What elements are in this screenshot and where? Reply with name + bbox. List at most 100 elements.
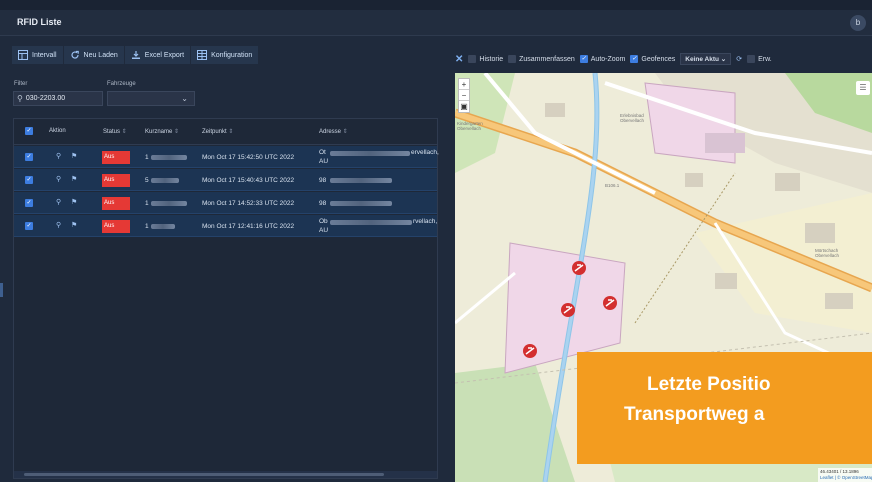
historie-checkbox[interactable] — [468, 55, 477, 63]
status-badge: Aus — [102, 151, 130, 164]
rfid-marker — [603, 296, 617, 310]
zoom-control: + − ▣ — [458, 78, 470, 113]
close-icon[interactable]: ✕ — [455, 54, 463, 65]
kurzname-cell: 1 — [145, 154, 149, 161]
row-checkbox[interactable]: ✓ — [25, 222, 33, 230]
col-kurzname[interactable]: Kurzname ⇕ — [145, 128, 179, 135]
table-row[interactable]: ✓ ⚲ ⚑ Aus 5 Mon Oct 17 15:40:43 UTC 2022… — [14, 169, 437, 191]
zeitpunkt-cell: Mon Oct 17 15:40:43 UTC 2022 — [202, 177, 295, 184]
place-label: Mörtschach Obervellach — [815, 248, 840, 258]
map-attribution-link[interactable]: Leaflet | © OpenStreetMap — [820, 475, 872, 481]
col-zeitpunkt[interactable]: Zeitpunkt ⇕ — [202, 128, 233, 135]
row-checkbox[interactable]: ✓ — [25, 199, 33, 207]
info-banner: Letzte Positio Transportweg a — [577, 352, 872, 464]
download-icon — [131, 51, 140, 59]
redacted-text — [151, 155, 187, 160]
filter-value: 030-2203.00 — [25, 95, 66, 102]
place-label: Erlebnisbad Obervellach — [620, 113, 645, 123]
auto-zoom-label: Auto-Zoom — [590, 55, 626, 63]
col-status[interactable]: Status ⇕ — [103, 128, 127, 135]
adresse-tail: rvellach, — [413, 218, 438, 225]
historie-toggle[interactable]: Historie — [468, 55, 503, 63]
redacted-text — [330, 201, 392, 206]
col-status-label: Status — [103, 129, 121, 135]
col-kurzname-label: Kurzname — [145, 129, 173, 135]
building — [775, 173, 800, 191]
location-pin-icon[interactable]: ⚲ — [56, 152, 61, 160]
building — [825, 293, 853, 309]
excel-export-label: Excel Export — [144, 51, 185, 59]
rfid-marker — [572, 261, 586, 275]
avatar[interactable]: b — [850, 15, 866, 31]
location-pin-icon[interactable]: ⚲ — [56, 221, 61, 229]
intervall-button[interactable]: Intervall — [12, 46, 64, 64]
chevron-down-icon: ⌄ — [720, 56, 727, 63]
zusammenfassen-toggle[interactable]: Zusammenfassen — [508, 55, 575, 63]
search-icon: ⚲ — [17, 94, 23, 103]
neu-laden-label: Neu Laden — [83, 51, 118, 59]
aktualisierung-value: Keine Aktu — [685, 56, 719, 63]
building — [685, 173, 703, 187]
redacted-text — [151, 224, 175, 229]
auto-zoom-checkbox[interactable]: ✓ — [579, 55, 588, 63]
erw-checkbox[interactable] — [747, 55, 756, 63]
redacted-text — [330, 151, 410, 156]
scrollbar-thumb[interactable] — [24, 473, 384, 476]
geofences-toggle[interactable]: ✓ Geofences — [630, 55, 675, 63]
route-map-icon[interactable]: ⚑ — [71, 198, 77, 206]
rfid-marker — [523, 344, 537, 358]
select-all-checkbox[interactable]: ✓ — [25, 127, 33, 135]
filter-input[interactable]: ⚲ 030-2203.00 — [13, 91, 103, 106]
sort-icon: ⇕ — [121, 129, 127, 135]
zoom-out-button[interactable]: − — [459, 90, 469, 101]
location-pin-icon[interactable]: ⚲ — [56, 175, 61, 183]
erw-label: Erw. — [758, 55, 772, 63]
layers-icon[interactable]: ☰ — [856, 81, 870, 95]
historie-label: Historie — [479, 55, 504, 63]
table-row[interactable]: ✓ ⚲ ⚑ Aus 1 Mon Oct 17 14:52:33 UTC 2022… — [14, 192, 437, 214]
banner-line1: Letzte Positio — [647, 374, 771, 395]
refresh-icon[interactable]: ⟳ — [736, 55, 742, 63]
konfiguration-label: Konfiguration — [211, 51, 253, 59]
sort-icon: ⇕ — [174, 129, 180, 135]
excel-export-button[interactable]: Excel Export — [124, 46, 192, 64]
route-map-icon[interactable]: ⚑ — [71, 152, 77, 160]
col-adresse[interactable]: Adresse ⇕ — [319, 128, 348, 135]
horizontal-scrollbar[interactable] — [14, 471, 437, 478]
zeitpunkt-cell: Mon Oct 17 12:41:16 UTC 2022 — [202, 223, 295, 230]
zusammenfassen-checkbox[interactable] — [508, 55, 517, 63]
building — [805, 223, 835, 243]
neu-laden-button[interactable]: Neu Laden — [63, 46, 125, 64]
fahrzeuge-select[interactable]: ⌄ — [107, 91, 195, 106]
zeitpunkt-cell: Mon Oct 17 15:42:50 UTC 2022 — [202, 154, 295, 161]
row-checkbox[interactable]: ✓ — [25, 176, 33, 184]
fahrzeuge-label: Fahrzeuge — [107, 81, 136, 87]
redacted-text — [330, 220, 412, 225]
route-map-icon[interactable]: ⚑ — [71, 175, 77, 183]
aktualisierung-select[interactable]: Keine Aktu ⌄ — [680, 53, 732, 65]
status-badge: Aus — [102, 197, 130, 210]
adresse-cell: 98 — [319, 200, 327, 207]
road-label: B106.1 — [605, 183, 620, 188]
fullscreen-icon[interactable]: ▣ — [459, 101, 469, 112]
konfiguration-button[interactable]: Konfiguration — [191, 46, 260, 64]
erw-toggle[interactable]: Erw. — [747, 55, 772, 63]
building — [715, 273, 737, 289]
status-badge: Aus — [102, 174, 130, 187]
kurzname-cell: 1 — [145, 200, 149, 207]
zoom-in-button[interactable]: + — [459, 79, 469, 90]
location-pin-icon[interactable]: ⚲ — [56, 198, 61, 206]
geofences-checkbox[interactable]: ✓ — [630, 55, 639, 63]
table-row[interactable]: ✓ ⚲ ⚑ Aus 1 Mon Oct 17 15:42:50 UTC 2022… — [14, 146, 439, 168]
table-row[interactable]: ✓ ⚲ ⚑ Aus 1 Mon Oct 17 12:41:16 UTC 2022… — [14, 215, 437, 237]
sort-icon: ⇕ — [342, 129, 348, 135]
kurzname-cell: 1 — [145, 223, 149, 230]
row-checkbox[interactable]: ✓ — [25, 153, 33, 161]
col-aktion[interactable]: Aktion — [49, 128, 66, 134]
banner-line2: Transportweg a — [624, 404, 765, 425]
route-map-icon[interactable]: ⚑ — [71, 221, 77, 229]
col-adresse-label: Adresse — [319, 129, 342, 135]
auto-zoom-toggle[interactable]: ✓ Auto-Zoom — [579, 55, 626, 63]
geofences-label: Geofences — [641, 55, 676, 63]
adresse-cell: Ob — [319, 218, 328, 225]
